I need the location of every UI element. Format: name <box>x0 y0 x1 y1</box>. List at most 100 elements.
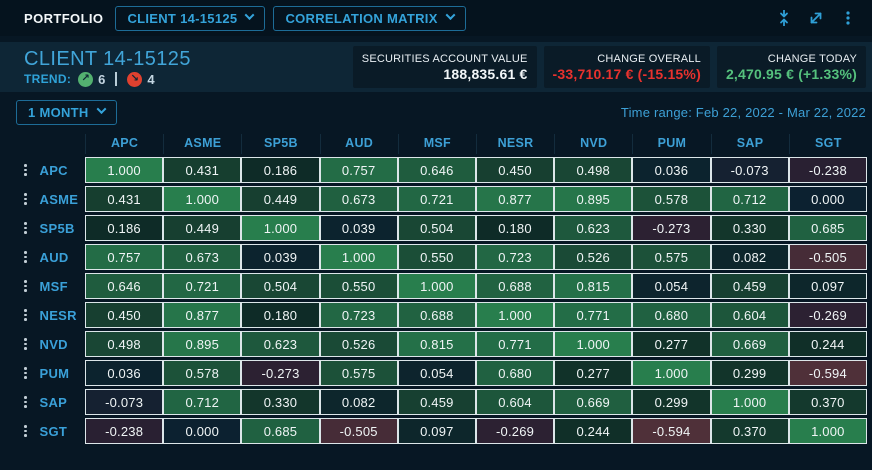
matrix-row-msf: MSF0.6460.7210.5040.5501.0000.6880.8150.… <box>2 273 867 299</box>
correlation-cell-nesr-msf: 0.688 <box>398 302 476 328</box>
correlation-cell-sp5b-apc: 0.186 <box>85 215 163 241</box>
client-selector-dropdown[interactable]: CLIENT 14-15125 <box>115 6 265 31</box>
correlation-cell-sp5b-sp5b: 1.000 <box>241 215 319 241</box>
matrix-row-sgt: SGT-0.2380.0000.685-0.5050.097-0.2690.24… <box>2 418 867 444</box>
matrix-row-nesr: NESR0.4500.8770.1800.7230.6881.0000.7710… <box>2 302 867 328</box>
column-header-aud: AUD <box>320 134 398 154</box>
correlation-cell-sap-pum: 0.299 <box>632 389 710 415</box>
correlation-cell-sap-sgt: 0.370 <box>789 389 867 415</box>
stat-value: -33,710.17 € (-15.15%) <box>553 66 701 82</box>
correlation-cell-sap-asme: 0.712 <box>163 389 241 415</box>
correlation-cell-sgt-sp5b: 0.685 <box>241 418 319 444</box>
correlation-cell-sap-sp5b: 0.330 <box>241 389 319 415</box>
correlation-cell-aud-asme: 0.673 <box>163 244 241 270</box>
column-header-apc: APC <box>85 134 163 154</box>
row-menu-kebab-icon[interactable] <box>22 394 29 410</box>
correlation-cell-nvd-sp5b: 0.623 <box>241 331 319 357</box>
column-header-nesr: NESR <box>476 134 554 154</box>
correlation-matrix-table: APCASMESP5BAUDMSFNESRNVDPUMSAPSGT APC1.0… <box>2 131 867 447</box>
correlation-cell-apc-aud: 0.757 <box>320 157 398 183</box>
correlation-cell-sgt-aud: -0.505 <box>320 418 398 444</box>
correlation-cell-nvd-nesr: 0.771 <box>476 331 554 357</box>
view-selector-dropdown[interactable]: CORRELATION MATRIX <box>273 6 465 31</box>
correlation-cell-msf-msf: 1.000 <box>398 273 476 299</box>
correlation-cell-apc-sgt: -0.238 <box>789 157 867 183</box>
row-menu-kebab-icon[interactable] <box>22 249 29 265</box>
correlation-cell-nesr-aud: 0.723 <box>320 302 398 328</box>
correlation-cell-nvd-asme: 0.895 <box>163 331 241 357</box>
correlation-cell-sap-sap: 1.000 <box>711 389 789 415</box>
correlation-cell-msf-nesr: 0.688 <box>476 273 554 299</box>
correlation-cell-apc-sp5b: 0.186 <box>241 157 319 183</box>
portfolio-label: PORTFOLIO <box>24 11 103 26</box>
correlation-cell-aud-apc: 0.757 <box>85 244 163 270</box>
row-header-sp5b: SP5B <box>2 215 85 241</box>
row-menu-kebab-icon[interactable] <box>22 162 29 178</box>
row-ticker-label: SP5B <box>40 221 75 236</box>
stat-label: CHANGE OVERALL <box>597 53 701 65</box>
correlation-cell-nesr-apc: 0.450 <box>85 302 163 328</box>
correlation-cell-apc-nvd: 0.498 <box>554 157 632 183</box>
row-menu-kebab-icon[interactable] <box>22 191 29 207</box>
matrix-row-pum: PUM0.0360.578-0.2730.5750.0540.6800.2771… <box>2 360 867 386</box>
row-menu-kebab-icon[interactable] <box>22 336 29 352</box>
correlation-cell-msf-sp5b: 0.504 <box>241 273 319 299</box>
stat-label: SECURITIES ACCOUNT VALUE <box>362 53 528 65</box>
correlation-cell-asme-msf: 0.721 <box>398 186 476 212</box>
correlation-cell-aud-sp5b: 0.039 <box>241 244 319 270</box>
matrix-row-aud: AUD0.7570.6730.0391.0000.5500.7230.5260.… <box>2 244 867 270</box>
expand-diagonal-icon[interactable] <box>804 6 828 30</box>
correlation-cell-msf-aud: 0.550 <box>320 273 398 299</box>
matrix-corner-cell <box>2 134 85 154</box>
row-ticker-label: NESR <box>40 308 77 323</box>
column-header-nvd: NVD <box>554 134 632 154</box>
collapse-vertical-icon[interactable] <box>772 6 796 30</box>
correlation-cell-asme-pum: 0.578 <box>632 186 710 212</box>
row-header-msf: MSF <box>2 273 85 299</box>
row-header-pum: PUM <box>2 360 85 386</box>
correlation-cell-msf-nvd: 0.815 <box>554 273 632 299</box>
column-header-msf: MSF <box>398 134 476 154</box>
row-menu-kebab-icon[interactable] <box>22 307 29 323</box>
kebab-menu-icon[interactable] <box>836 6 860 30</box>
correlation-cell-asme-aud: 0.673 <box>320 186 398 212</box>
correlation-cell-nvd-sap: 0.669 <box>711 331 789 357</box>
row-menu-kebab-icon[interactable] <box>22 365 29 381</box>
column-header-sgt: SGT <box>789 134 867 154</box>
correlation-cell-apc-nesr: 0.450 <box>476 157 554 183</box>
chevron-down-icon <box>245 10 255 20</box>
correlation-cell-nvd-aud: 0.526 <box>320 331 398 357</box>
correlation-cell-nesr-nvd: 0.771 <box>554 302 632 328</box>
row-header-aud: AUD <box>2 244 85 270</box>
row-ticker-label: AUD <box>40 250 69 265</box>
timeframe-dropdown[interactable]: 1 MONTH <box>16 100 117 125</box>
row-menu-kebab-icon[interactable] <box>22 423 29 439</box>
correlation-cell-asme-nesr: 0.877 <box>476 186 554 212</box>
row-header-asme: ASME <box>2 186 85 212</box>
row-header-sgt: SGT <box>2 418 85 444</box>
stat-change-today: CHANGE TODAY 2,470.95 € (+1.33%) <box>717 46 866 88</box>
correlation-cell-sp5b-msf: 0.504 <box>398 215 476 241</box>
trend-label: TREND: <box>24 72 71 86</box>
correlation-cell-pum-asme: 0.578 <box>163 360 241 386</box>
correlation-cell-asme-nvd: 0.895 <box>554 186 632 212</box>
row-header-sap: SAP <box>2 389 85 415</box>
correlation-cell-apc-asme: 0.431 <box>163 157 241 183</box>
row-ticker-label: SAP <box>40 395 68 410</box>
correlation-cell-pum-msf: 0.054 <box>398 360 476 386</box>
correlation-matrix: APCASMESP5BAUDMSFNESRNVDPUMSAPSGT APC1.0… <box>0 125 872 447</box>
row-menu-kebab-icon[interactable] <box>22 278 29 294</box>
client-selector-value: CLIENT 14-15125 <box>127 11 237 26</box>
view-selector-value: CORRELATION MATRIX <box>285 11 437 26</box>
chevron-down-icon <box>445 10 455 20</box>
correlation-cell-msf-sgt: 0.097 <box>789 273 867 299</box>
correlation-cell-sp5b-sgt: 0.685 <box>789 215 867 241</box>
row-menu-kebab-icon[interactable] <box>22 220 29 236</box>
correlation-cell-sgt-apc: -0.238 <box>85 418 163 444</box>
row-ticker-label: MSF <box>40 279 68 294</box>
correlation-cell-sap-nvd: 0.669 <box>554 389 632 415</box>
correlation-cell-pum-pum: 1.000 <box>632 360 710 386</box>
correlation-cell-apc-pum: 0.036 <box>632 157 710 183</box>
correlation-cell-aud-nesr: 0.723 <box>476 244 554 270</box>
client-title: CLIENT 14-15125 <box>24 48 191 70</box>
